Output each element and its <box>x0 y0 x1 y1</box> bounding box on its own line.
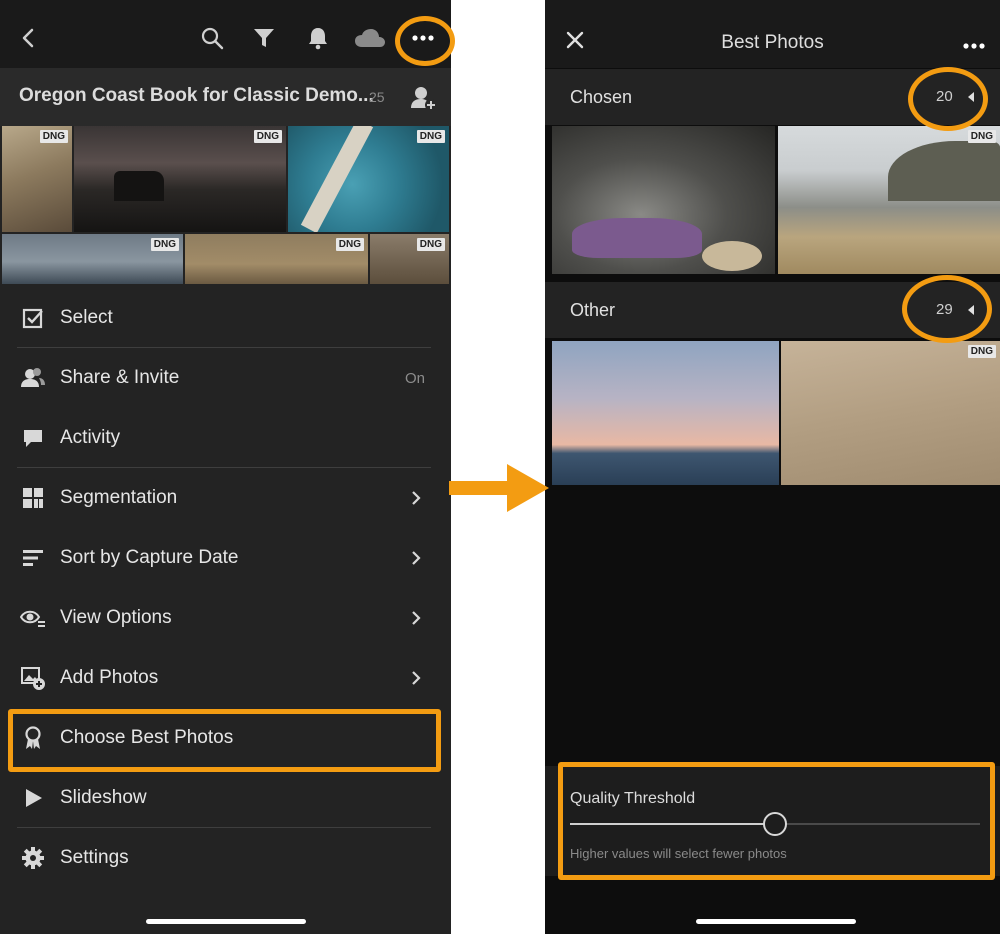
menu-item-label: Slideshow <box>60 787 147 808</box>
checkbox-icon <box>19 304 47 332</box>
home-indicator <box>696 919 856 924</box>
menu-item-activity[interactable]: Activity <box>17 408 431 468</box>
dng-badge: DNG <box>967 130 996 143</box>
transition-arrow <box>449 464 549 512</box>
chevron-right-icon <box>409 668 423 688</box>
left-phone-screen: Oregon Coast Book for Classic Demo... 25… <box>0 0 451 934</box>
album-photo-count: 25 <box>369 89 385 105</box>
segmentation-icon <box>19 484 47 512</box>
sea-stack-shape <box>114 171 164 201</box>
dng-badge: DNG <box>416 130 445 143</box>
menu-item-slideshow[interactable]: Slideshow <box>17 768 431 828</box>
dng-badge: DNG <box>253 130 282 143</box>
photo-thumbnail[interactable]: DNG <box>74 126 286 232</box>
gear-icon <box>19 844 47 872</box>
sand-shape <box>702 241 762 271</box>
add-contributor-icon[interactable] <box>410 84 438 112</box>
photo-thumbnail[interactable]: DNG <box>370 234 449 284</box>
photo-thumbnail[interactable]: DNG <box>288 126 449 232</box>
screenshot-comparison: Oregon Coast Book for Classic Demo... 25… <box>0 0 1000 934</box>
back-icon[interactable] <box>14 24 42 52</box>
eye-icon <box>19 604 47 632</box>
play-icon <box>19 784 47 812</box>
section-label-chosen: Chosen <box>570 87 633 107</box>
menu-item-settings[interactable]: Settings <box>17 828 431 888</box>
highlight-box-quality-threshold <box>558 762 995 880</box>
photo-thumbnail-sand[interactable]: DNG <box>781 341 1000 485</box>
menu-item-sort-by-capture-date[interactable]: Sort by Capture Date <box>17 528 431 588</box>
page-title: Best Photos <box>721 32 824 53</box>
add-photo-icon <box>19 664 47 692</box>
rope-shape <box>300 126 374 232</box>
starfish-shape <box>572 218 702 258</box>
photo-thumbnail[interactable]: DNG <box>2 234 183 284</box>
menu-item-view-options[interactable]: View Options <box>17 588 431 648</box>
album-header: Oregon Coast Book for Classic Demo... 25 <box>0 68 451 126</box>
highlight-ring-other-count <box>902 275 992 343</box>
photo-thumbnail-starfish[interactable] <box>552 126 775 274</box>
more-options-icon[interactable] <box>962 37 986 49</box>
menu-item-label: Segmentation <box>60 487 178 508</box>
dng-badge: DNG <box>39 130 68 143</box>
cloud-icon[interactable] <box>354 24 386 52</box>
search-icon[interactable] <box>198 24 226 52</box>
menu-item-label: Activity <box>60 427 121 448</box>
photo-thumbnail-beach[interactable]: DNG <box>778 126 1000 274</box>
chevron-right-icon <box>409 608 423 628</box>
menu-item-add-photos[interactable]: Add Photos <box>17 648 431 708</box>
dng-badge: DNG <box>967 345 996 358</box>
comment-icon <box>19 424 47 452</box>
menu-item-label: Share & Invite <box>60 367 180 388</box>
menu-item-segmentation[interactable]: Segmentation <box>17 468 431 528</box>
menu-item-label: View Options <box>60 607 172 628</box>
dng-badge: DNG <box>335 238 364 251</box>
menu-item-select[interactable]: Select <box>17 288 431 348</box>
dng-badge: DNG <box>416 238 445 251</box>
menu-item-share-invite[interactable]: Share & Invite On <box>17 348 431 408</box>
menu-item-label: Add Photos <box>60 667 159 688</box>
best-photos-header: Best Photos <box>545 0 1000 68</box>
album-title: Oregon Coast Book for Classic Demo... <box>19 85 374 106</box>
bell-icon[interactable] <box>304 24 332 52</box>
section-label-other: Other <box>570 300 616 320</box>
photo-thumbnail[interactable]: DNG <box>2 126 72 232</box>
highlight-box-choose-best-photos <box>8 709 441 772</box>
top-toolbar <box>0 0 451 68</box>
highlight-ring-chosen-count <box>908 67 988 131</box>
menu-item-label: Settings <box>60 847 129 868</box>
photo-thumbnail[interactable]: DNG <box>185 234 368 284</box>
chevron-right-icon <box>409 548 423 568</box>
dng-badge: DNG <box>150 238 179 251</box>
sort-icon <box>19 544 47 572</box>
chevron-right-icon <box>409 488 423 508</box>
home-indicator <box>146 919 306 924</box>
people-icon <box>19 364 47 392</box>
headland-shape <box>888 141 1000 201</box>
highlight-ring-more-options <box>395 16 455 66</box>
filter-icon[interactable] <box>250 24 278 52</box>
menu-item-label: Sort by Capture Date <box>60 547 239 568</box>
photo-thumbnail-sunset[interactable] <box>552 341 779 485</box>
menu-item-label: Select <box>60 307 113 328</box>
share-status-value: On <box>404 369 425 387</box>
